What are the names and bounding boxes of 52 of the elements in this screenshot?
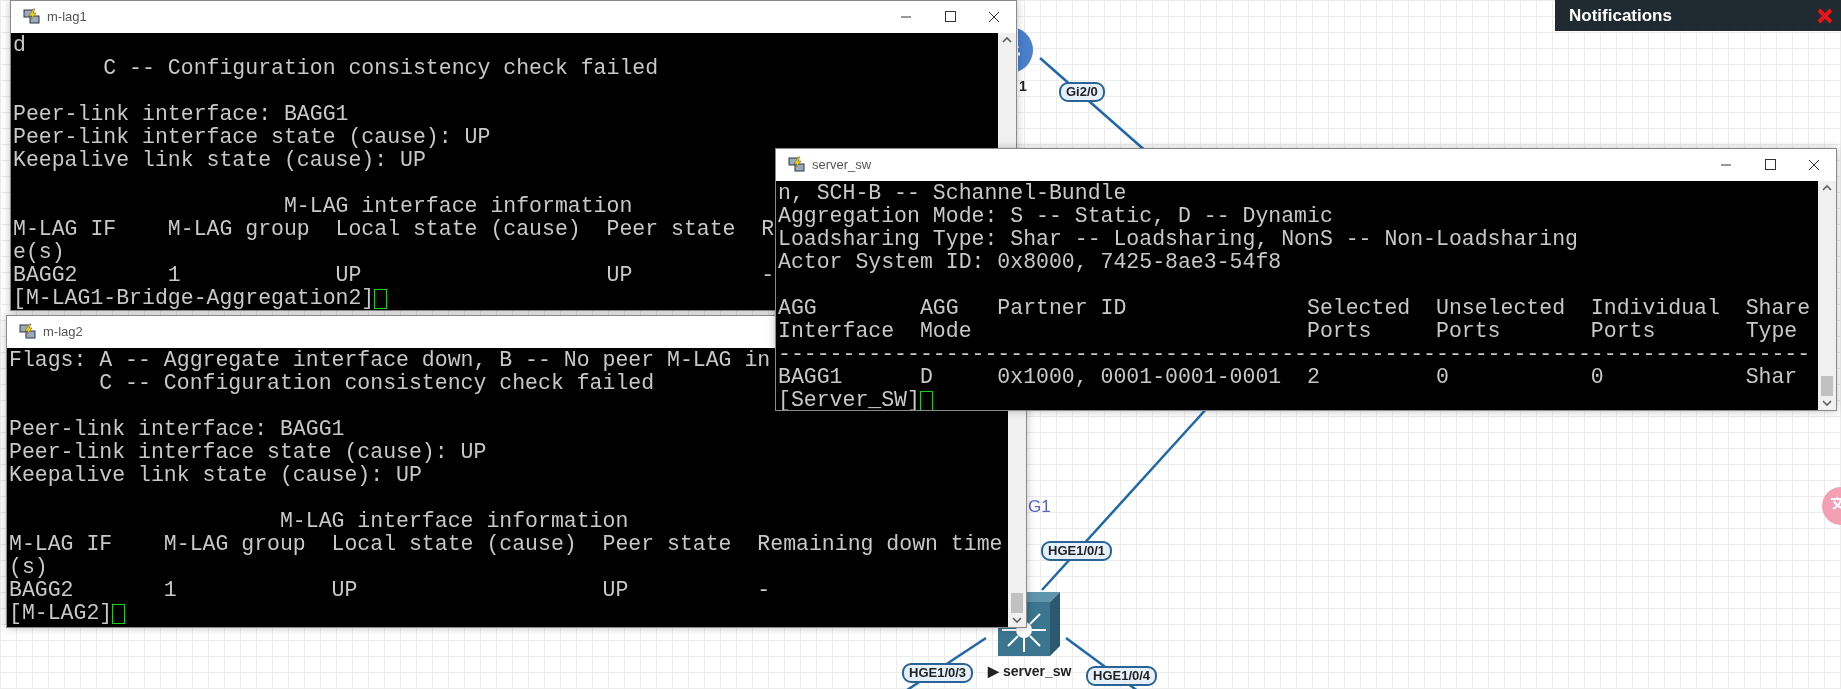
terminal-line: Flags: A -- Aggregate interface down, B -- No peer M-LAG in bbox=[9, 349, 771, 372]
terminal-line: M-LAG IF M-LAG group Local state (cause) Peer state R bbox=[13, 218, 775, 241]
computer-icon bbox=[23, 8, 41, 26]
text-cursor bbox=[112, 603, 126, 624]
panel-title: Notifications bbox=[1569, 4, 1672, 27]
terminal-line: C -- Configuration consistency check failed bbox=[102, 57, 659, 80]
scroll-thumb[interactable] bbox=[1011, 593, 1023, 613]
terminal-line: Loadsharing Type: Shar -- Loadsharing, NonS -- Non-Loadsharing bbox=[778, 228, 1578, 251]
terminal-line: d bbox=[13, 34, 26, 57]
computer-icon bbox=[19, 323, 37, 341]
terminal-line: BAGG2 1 UP UP - bbox=[13, 264, 775, 287]
terminal-line: -------------------------------------------------------------------------------- bbox=[778, 343, 1811, 366]
terminal-line: M-LAG IF M-LAG group Local state (cause) Peer state Remaining down time bbox=[9, 533, 1003, 556]
link-label: G1 bbox=[1028, 497, 1051, 517]
computer-icon bbox=[788, 156, 806, 174]
terminal-line: Interface Mode Ports Ports Ports Type bbox=[778, 320, 1798, 343]
terminal-line: Peer-link interface: BAGG1 bbox=[9, 418, 345, 441]
command-prompt: [Server_SW] bbox=[778, 389, 920, 410]
scroll-thumb[interactable] bbox=[1821, 376, 1833, 396]
terminal-line: AGG AGG Partner ID Selected Unselected Individual Share bbox=[778, 297, 1811, 320]
command-prompt: [M-LAG1-Bridge-Aggregation2] bbox=[13, 287, 375, 310]
terminal-line: M-LAG interface information bbox=[278, 510, 629, 533]
port-label: HGE1/0/3 bbox=[902, 663, 974, 683]
node-label: 1 bbox=[1019, 77, 1027, 95]
node-label: ▶ server_sw bbox=[988, 662, 1072, 680]
maximize-icon[interactable] bbox=[1763, 159, 1777, 171]
terminal-line: Aggregation Mode: S -- Static, D -- Dynamic bbox=[778, 205, 1333, 228]
terminal-line: (s) bbox=[9, 556, 48, 579]
port-label: HGE1/0/1 bbox=[1041, 541, 1113, 561]
maximize-icon[interactable] bbox=[943, 11, 957, 23]
port-label: Gi2/0 bbox=[1059, 82, 1105, 102]
terminal-line: C -- Configuration consistency check failed bbox=[98, 372, 655, 395]
terminal-line: BAGG2 1 UP UP - bbox=[9, 579, 771, 602]
terminal-line: Peer-link interface state (cause): UP bbox=[9, 441, 487, 464]
terminal-line: BAGG1 D 0x1000, 0001-0001-0001 2 0 0 Shar bbox=[778, 366, 1798, 389]
window-title: server_sw bbox=[812, 156, 872, 175]
close-icon[interactable] bbox=[1807, 159, 1821, 171]
text-cursor bbox=[919, 390, 933, 410]
port-label: HGE1/0/4 bbox=[1086, 666, 1158, 686]
terminal-line: Peer-link interface: BAGG1 bbox=[13, 103, 349, 126]
terminal-line: e(s) bbox=[13, 241, 65, 264]
command-prompt: [M-LAG2] bbox=[9, 602, 113, 625]
close-icon[interactable] bbox=[987, 11, 1001, 23]
terminal-line: Keepalive link state (cause): UP bbox=[9, 464, 422, 487]
terminal-line: Peer-link interface state (cause): UP bbox=[13, 126, 491, 149]
window-title: m-lag1 bbox=[47, 8, 87, 27]
text-cursor bbox=[374, 288, 388, 309]
terminal-line: M-LAG interface information bbox=[282, 195, 633, 218]
terminal-line: Keepalive link state (cause): UP bbox=[13, 149, 426, 172]
window-title: m-lag2 bbox=[43, 323, 83, 342]
terminal-line: n, SCH-B -- Schannel-Bundle bbox=[778, 182, 1127, 205]
terminal-line: Actor System ID: 0x8000, 7425-8ae3-54f8 bbox=[778, 251, 1282, 274]
